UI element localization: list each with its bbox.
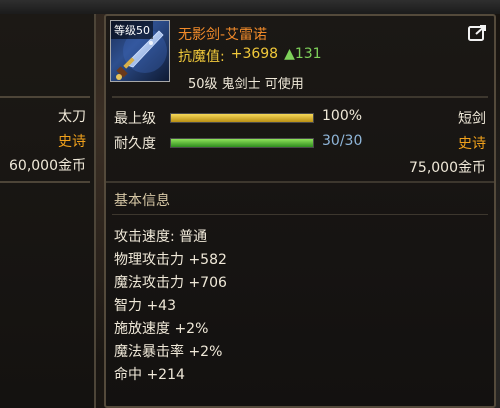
divider xyxy=(106,181,494,183)
attribute-line: 施放速度 +2% xyxy=(114,321,209,337)
attribute-line: 智力 +43 xyxy=(114,298,176,314)
resist-label: 抗魔值: xyxy=(178,49,225,65)
item-price: 75,000金币 xyxy=(409,160,486,176)
upgrade-bar-fill xyxy=(171,114,313,122)
divider xyxy=(0,181,90,183)
compare-item-price: 60,000金币 xyxy=(9,158,86,174)
attribute-line: 魔法攻击力 +706 xyxy=(114,275,227,291)
compare-item-tooltip: 太刀 史诗 60,000金币 xyxy=(0,14,96,408)
resist-bonus: ▲131 xyxy=(284,46,322,62)
upgrade-label: 最上级 xyxy=(114,111,156,127)
attribute-line: 魔法暴击率 +2% xyxy=(114,344,223,360)
durability-value: 30/30 xyxy=(322,133,363,149)
durability-bar-fill xyxy=(171,139,313,147)
resist-row: 抗魔值: +3698 ▲131 xyxy=(178,46,322,66)
attribute-line: 物理攻击力 +582 xyxy=(114,252,227,268)
class-requirement: 50级 鬼剑士 可使用 xyxy=(188,77,304,92)
item-name: 无影剑-艾雷诺 xyxy=(178,27,268,43)
upgrade-bar xyxy=(170,113,314,123)
durability-bar xyxy=(170,138,314,148)
item-tooltip: 等级50 无影剑-艾雷诺 抗魔值: +3698 ▲131 50级 鬼剑士 可使用… xyxy=(104,14,496,408)
upgrade-value: 100% xyxy=(322,108,363,124)
attribute-line: 攻击速度: 普通 xyxy=(114,229,208,245)
resist-value: +3698 xyxy=(230,46,279,62)
compare-item-type: 太刀 xyxy=(58,109,86,125)
durability-label: 耐久度 xyxy=(114,136,156,152)
divider xyxy=(0,96,90,98)
item-level-badge: 等级50 xyxy=(111,21,153,39)
divider xyxy=(112,214,488,215)
compare-item-rarity: 史诗 xyxy=(58,134,86,150)
attribute-line: 命中 +214 xyxy=(114,367,185,383)
item-rarity: 史诗 xyxy=(458,136,486,152)
share-icon[interactable] xyxy=(468,24,488,42)
item-type: 短剑 xyxy=(458,111,486,127)
section-title-basic-info: 基本信息 xyxy=(114,193,170,209)
top-status-strip xyxy=(0,0,500,14)
item-icon-frame[interactable]: 等级50 xyxy=(110,20,170,82)
divider xyxy=(112,96,488,98)
